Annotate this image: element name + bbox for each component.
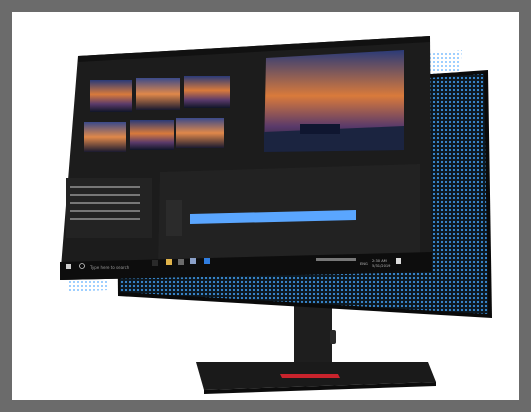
windows-icon[interactable]	[66, 264, 71, 269]
clock-date: 5/31/2019	[372, 264, 391, 268]
monitor-illustration: Type here to search 2:30 AM 5/31/2019 EN…	[60, 36, 492, 394]
image-frame: Type here to search 2:30 AM 5/31/2019 EN…	[12, 12, 519, 400]
clock-time: 2:30 AM	[372, 259, 387, 263]
program-preview	[264, 50, 404, 152]
dot-glow-top	[426, 50, 462, 74]
app-screen: Type here to search 2:30 AM 5/31/2019 EN…	[60, 36, 432, 280]
tray-icons[interactable]	[316, 258, 356, 261]
search-placeholder[interactable]: Type here to search	[89, 265, 130, 270]
language-indicator: ENG	[360, 262, 368, 266]
project-list[interactable]	[66, 178, 152, 238]
monitor-stand	[196, 300, 436, 394]
notification-icon[interactable]	[396, 258, 401, 264]
